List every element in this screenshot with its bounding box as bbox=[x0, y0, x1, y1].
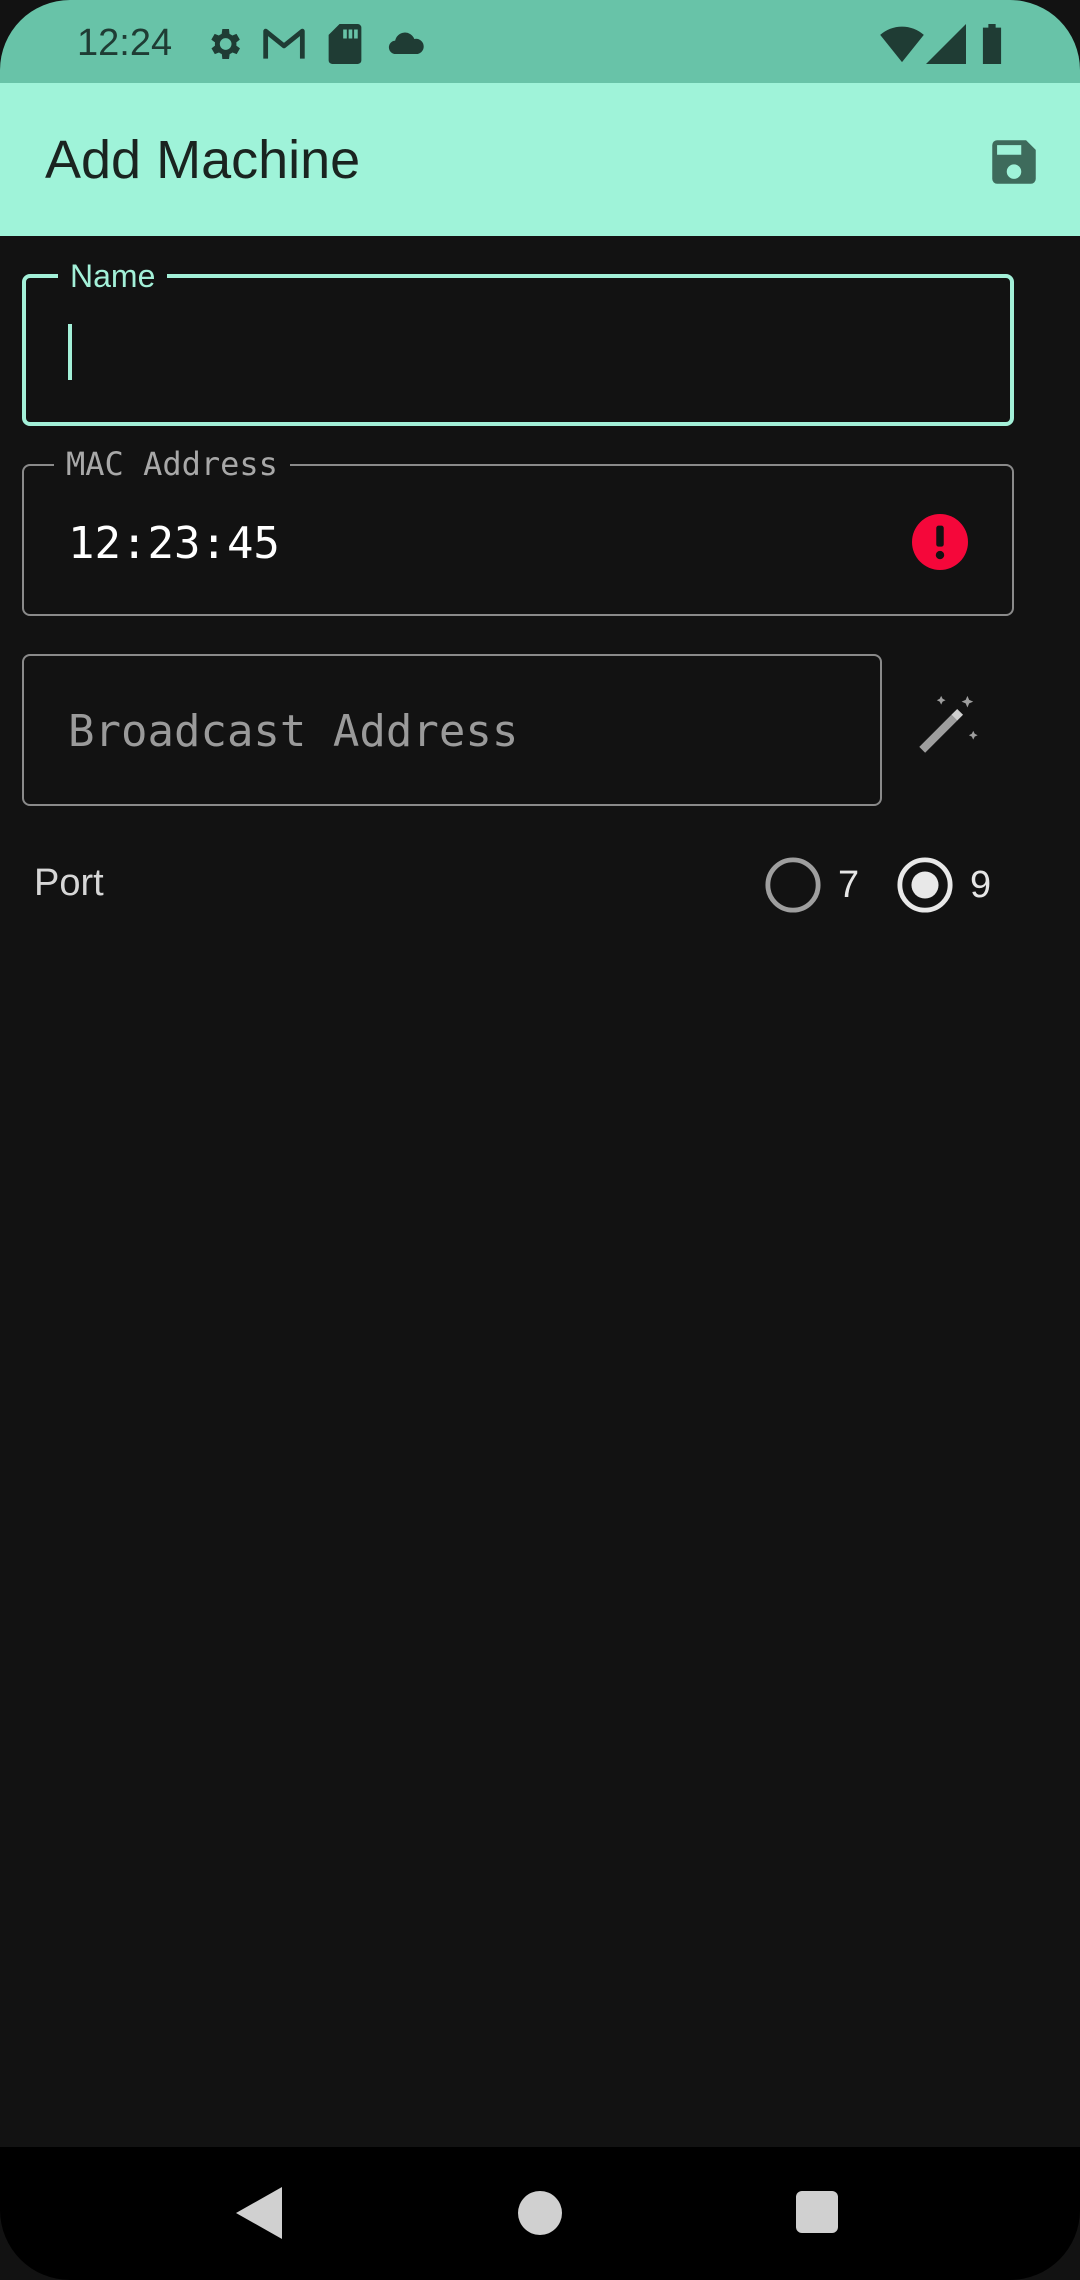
signal-icon bbox=[926, 24, 966, 64]
mac-address-value: 12:23:45 bbox=[68, 518, 280, 569]
port-7-radio[interactable] bbox=[764, 856, 822, 914]
gear-icon bbox=[211, 29, 240, 59]
text-caret bbox=[68, 324, 72, 380]
mac-address-field[interactable]: MAC Address 12:23:45 bbox=[22, 446, 1014, 616]
back-icon[interactable] bbox=[236, 2187, 282, 2239]
gmail-icon bbox=[263, 28, 305, 59]
cloud-icon bbox=[388, 32, 424, 55]
battery-icon bbox=[982, 24, 1002, 64]
broadcast-address-input[interactable] bbox=[66, 700, 830, 762]
error-icon bbox=[912, 514, 968, 570]
mac-address-label: MAC Address bbox=[54, 446, 290, 482]
page-title: Add Machine bbox=[45, 130, 361, 190]
navigation-bar bbox=[0, 2147, 1080, 2280]
home-icon[interactable] bbox=[518, 2191, 562, 2235]
status-time: 12:24 bbox=[77, 22, 173, 64]
broadcast-address-field[interactable] bbox=[22, 654, 882, 806]
recents-icon[interactable] bbox=[796, 2191, 838, 2233]
port-7-label: 7 bbox=[838, 864, 860, 906]
name-field[interactable]: Name bbox=[22, 258, 1014, 426]
save-button[interactable] bbox=[985, 133, 1043, 191]
port-9-label: 9 bbox=[970, 864, 992, 906]
wifi-icon bbox=[880, 26, 924, 63]
magic-wand-icon[interactable] bbox=[912, 690, 982, 760]
status-bar: 12:24 bbox=[0, 0, 1080, 83]
name-label: Name bbox=[58, 258, 168, 294]
port-label: Port bbox=[34, 862, 104, 904]
port-9-radio[interactable] bbox=[896, 856, 954, 914]
app-bar: Add Machine bbox=[0, 83, 1080, 236]
sd-card-icon bbox=[328, 24, 362, 64]
